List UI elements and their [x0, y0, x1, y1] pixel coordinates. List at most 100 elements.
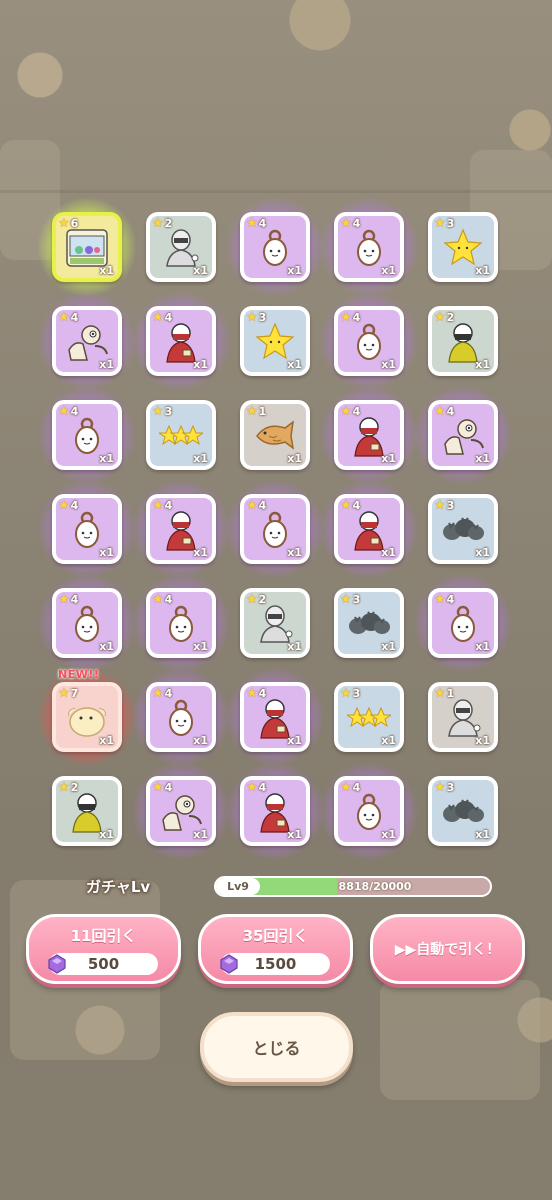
- card-count: x1: [193, 358, 208, 371]
- gacha-card[interactable]: ★ 3 x1: [428, 494, 498, 564]
- card-inner: ★ 1 x1: [244, 404, 306, 466]
- card-rarity-value: 3: [446, 781, 455, 794]
- background-shelf: [0, 140, 60, 260]
- card-rarity: ★ 4: [152, 593, 172, 606]
- card-rarity: ★ 3: [340, 593, 360, 606]
- card-inner: ★ 4 x1: [56, 592, 118, 654]
- star-icon: ★: [434, 686, 446, 701]
- card-frame: ★ 4 x1: [428, 400, 498, 470]
- gacha-card[interactable]: ★ 2 x1: [240, 588, 310, 658]
- card-rarity: ★ 3: [340, 687, 360, 700]
- card-frame: ★ 6 x1: [52, 212, 122, 282]
- card-inner: ★ 4 x1: [338, 310, 400, 372]
- gacha-card[interactable]: ★ 2 x1: [428, 306, 498, 376]
- auto-draw-button[interactable]: ▶▶自動で引く！: [370, 914, 525, 984]
- gacha-card[interactable]: ★ 2 x1: [52, 776, 122, 846]
- new-badge: NEW!!: [58, 668, 100, 681]
- card-rarity-value: 1: [446, 687, 455, 700]
- card-rarity-value: 4: [70, 499, 79, 512]
- star-icon: ★: [58, 592, 70, 607]
- card-count: x1: [99, 828, 114, 841]
- gacha-card[interactable]: ★ 4 x1: [132, 480, 230, 578]
- gacha-card[interactable]: ★ 4 x1: [320, 480, 418, 578]
- gacha-card[interactable]: ★ 4 x1: [320, 386, 418, 484]
- card-inner: ★ 4 x1: [244, 216, 306, 278]
- gacha-card[interactable]: ★ 4 x1: [132, 292, 230, 390]
- card-frame: ★ 4 x1: [52, 494, 122, 564]
- card-rarity-value: 4: [258, 781, 267, 794]
- card-rarity: ★ 1: [246, 405, 266, 418]
- card-rarity-value: 4: [258, 217, 267, 230]
- gem-icon: [220, 954, 238, 974]
- draw-11-button[interactable]: 11回引く 500: [26, 914, 181, 984]
- star-icon: ★: [434, 310, 446, 325]
- card-frame: ★ 3 x1: [240, 306, 310, 376]
- gacha-card[interactable]: ★ 3 x1: [428, 212, 498, 282]
- close-button[interactable]: とじる: [200, 1012, 353, 1082]
- card-rarity: ★ 4: [340, 217, 360, 230]
- card-frame: ★ 3 x1: [428, 494, 498, 564]
- card-frame: ★ 7 x1: [52, 682, 122, 752]
- card-rarity-value: 4: [164, 593, 173, 606]
- card-count: x1: [99, 734, 114, 747]
- card-frame: ★ 3 x1: [146, 400, 216, 470]
- card-count: x1: [475, 546, 490, 559]
- gacha-card[interactable]: ★ 4 x1: [226, 198, 324, 296]
- gacha-card[interactable]: ★ 4 x1: [132, 668, 230, 766]
- gacha-card[interactable]: ★ 4 x1: [414, 386, 512, 484]
- gacha-card[interactable]: ★ 1 x1: [428, 682, 498, 752]
- card-count: x1: [475, 640, 490, 653]
- gacha-card[interactable]: ★ 4 x1: [38, 292, 136, 390]
- gacha-card[interactable]: ★ 3 x1: [334, 588, 404, 658]
- card-rarity: ★ 4: [246, 781, 266, 794]
- gacha-card[interactable]: ★ 4 x1: [132, 762, 230, 860]
- card-count: x1: [475, 358, 490, 371]
- gacha-card[interactable]: ★ 3 x1: [146, 400, 216, 470]
- card-rarity-value: 2: [258, 593, 267, 606]
- card-frame: ★ 4 x1: [428, 588, 498, 658]
- star-icon: ★: [246, 686, 258, 701]
- gacha-card[interactable]: ★ 7 x1 NEW!!: [38, 668, 136, 766]
- card-count: x1: [193, 734, 208, 747]
- card-count: x1: [475, 452, 490, 465]
- star-icon: ★: [340, 780, 352, 795]
- card-count: x1: [193, 264, 208, 277]
- gacha-card[interactable]: ★ 3 x1: [428, 776, 498, 846]
- card-rarity-value: 3: [352, 687, 361, 700]
- card-frame: ★ 4 x1: [146, 682, 216, 752]
- card-frame: ★ 4 x1: [334, 306, 404, 376]
- gacha-card[interactable]: ★ 4 x1: [320, 198, 418, 296]
- gacha-card[interactable]: ★ 1 x1: [240, 400, 310, 470]
- card-count: x1: [99, 264, 114, 277]
- gacha-card[interactable]: ★ 4 x1: [320, 762, 418, 860]
- card-rarity: ★ 6: [58, 217, 78, 230]
- card-frame: ★ 4 x1: [52, 400, 122, 470]
- card-rarity: ★ 4: [152, 311, 172, 324]
- gacha-card[interactable]: ★ 4 x1: [38, 574, 136, 672]
- gacha-card[interactable]: ★ 3 x1: [240, 306, 310, 376]
- gacha-card[interactable]: ★ 6 x1: [38, 198, 136, 296]
- card-rarity: ★ 4: [340, 781, 360, 794]
- card-rarity: ★ 4: [58, 311, 78, 324]
- card-count: x1: [381, 358, 396, 371]
- card-frame: ★ 1 x1: [240, 400, 310, 470]
- gacha-card[interactable]: ★ 4 x1: [320, 292, 418, 390]
- gacha-card[interactable]: ★ 4 x1: [414, 574, 512, 672]
- gacha-card[interactable]: ★ 4 x1: [226, 668, 324, 766]
- card-frame: ★ 4 x1: [146, 776, 216, 846]
- gacha-card[interactable]: ★ 4 x1: [38, 386, 136, 484]
- gacha-card[interactable]: ★ 4 x1: [38, 480, 136, 578]
- gacha-card[interactable]: ★ 4 x1: [132, 574, 230, 672]
- draw-35-button[interactable]: 35回引く 1500: [198, 914, 353, 984]
- gacha-card[interactable]: ★ 4 x1: [226, 480, 324, 578]
- card-inner: ★ 4 x1: [244, 686, 306, 748]
- card-rarity-value: 4: [164, 499, 173, 512]
- gacha-card[interactable]: ★ 4 x1: [226, 762, 324, 860]
- gacha-card[interactable]: ★ 3 x1: [334, 682, 404, 752]
- card-frame: ★ 4 x1: [334, 212, 404, 282]
- card-rarity-value: 3: [352, 593, 361, 606]
- card-rarity-value: 4: [258, 499, 267, 512]
- card-frame: ★ 4 x1: [52, 588, 122, 658]
- card-inner: ★ 4 x1: [150, 686, 212, 748]
- gacha-card[interactable]: ★ 2 x1: [146, 212, 216, 282]
